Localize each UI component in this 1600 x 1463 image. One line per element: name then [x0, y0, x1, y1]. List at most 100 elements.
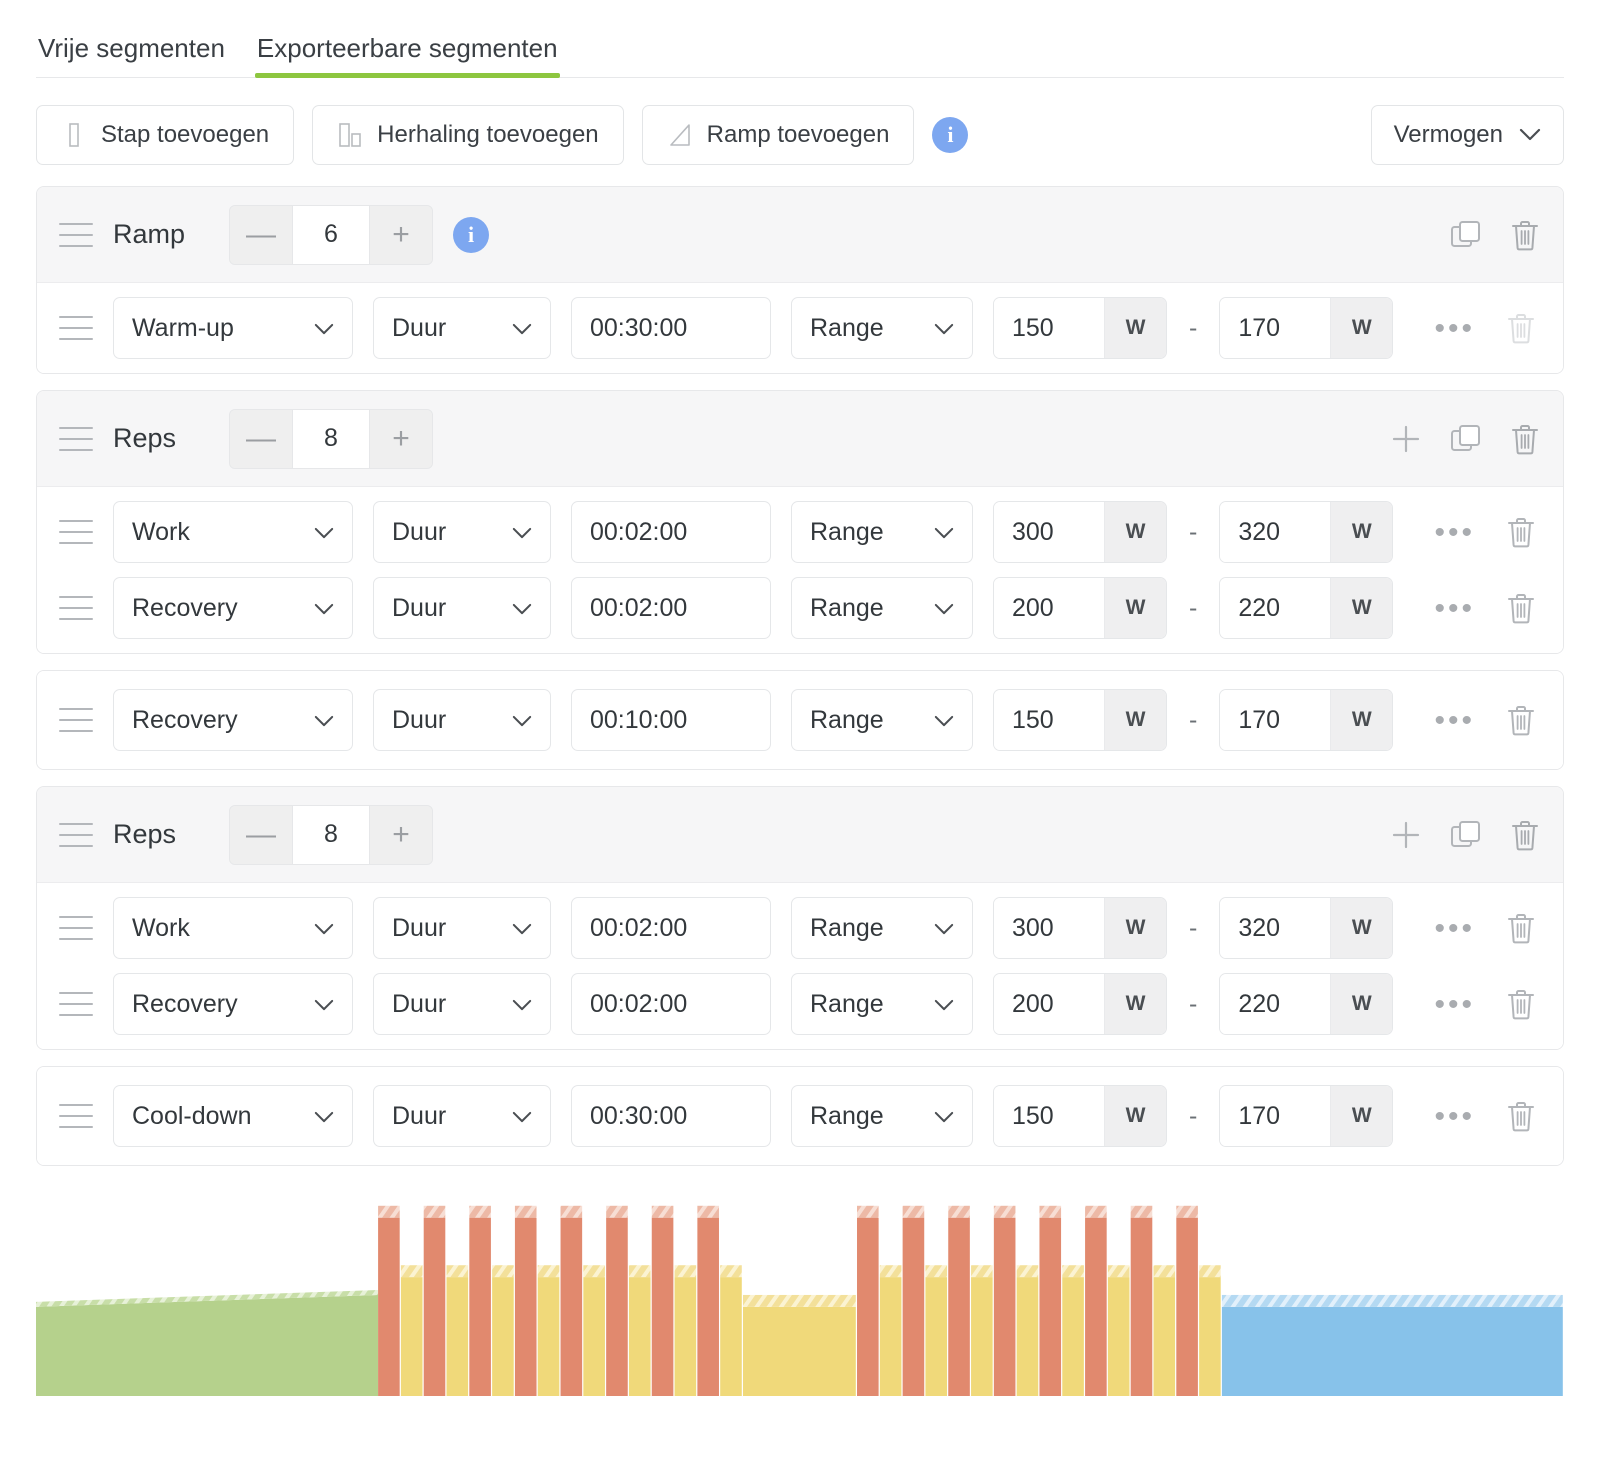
- tab-vrije-segmenten[interactable]: Vrije segmenten: [36, 35, 227, 77]
- segment-target-high-input[interactable]: 170 W: [1219, 297, 1394, 359]
- segment-duration-input[interactable]: 00:02:00: [571, 897, 771, 959]
- segment-drag-handle[interactable]: [59, 708, 93, 732]
- segment-duration-input[interactable]: 00:10:00: [571, 689, 771, 751]
- segment-duration-input[interactable]: 00:02:00: [571, 973, 771, 1035]
- ramp-icon: [667, 122, 693, 148]
- segment-more-menu-icon[interactable]: •••: [1434, 913, 1475, 943]
- add-segment-icon[interactable]: [1389, 422, 1423, 456]
- segment-measure-select[interactable]: Duur: [373, 1085, 551, 1147]
- segment-type-select[interactable]: Warm-up: [113, 297, 353, 359]
- segment-target-mode-select[interactable]: Range: [791, 501, 973, 563]
- builder-toolbar: Stap toevoegen Herhaling toevoegen Ramp …: [36, 104, 1564, 166]
- delete-segment-icon[interactable]: [1505, 311, 1537, 345]
- segment-duration-input[interactable]: 00:30:00: [571, 1085, 771, 1147]
- tab-exporteerbare-segmenten[interactable]: Exporteerbare segmenten: [254, 35, 560, 78]
- segment-target-high-input[interactable]: 220 W: [1219, 577, 1394, 639]
- segment-type-select[interactable]: Recovery: [113, 577, 353, 639]
- segment-drag-handle[interactable]: [59, 596, 93, 620]
- repeat-increment-button[interactable]: +: [370, 805, 432, 864]
- segment-block-single: Recovery Duur 00:10:00 Range 150 W -170 W •••: [36, 670, 1564, 770]
- segment-target-mode-select[interactable]: Range: [791, 897, 973, 959]
- repeat-count-value[interactable]: 8: [292, 805, 370, 864]
- segment-target-mode-select[interactable]: Range: [791, 297, 973, 359]
- segment-block-reps: Reps —8 + Work Duur 00:02:00 Range 300 W -320 W •••…: [36, 390, 1564, 654]
- segment-measure-select[interactable]: Duur: [373, 689, 551, 751]
- delete-segment-icon[interactable]: [1505, 911, 1537, 945]
- target-type-select[interactable]: Vermogen: [1370, 105, 1564, 165]
- delete-segment-icon[interactable]: [1505, 515, 1537, 549]
- segment-target-low-input[interactable]: 150 W: [993, 297, 1167, 359]
- segment-type-select[interactable]: Work: [113, 501, 353, 563]
- segment-target-low-input[interactable]: 200 W: [993, 577, 1167, 639]
- duplicate-block-icon[interactable]: [1449, 818, 1483, 852]
- segment-duration-input[interactable]: 00:02:00: [571, 577, 771, 639]
- repeat-count-value[interactable]: 8: [292, 409, 370, 468]
- segment-more-menu-icon[interactable]: •••: [1434, 313, 1475, 343]
- repeat-count-value[interactable]: 6: [292, 205, 370, 264]
- segment-more-menu-icon[interactable]: •••: [1434, 517, 1475, 547]
- segment-target-high-input[interactable]: 170 W: [1219, 1085, 1394, 1147]
- repeat-decrement-button[interactable]: —: [230, 409, 292, 468]
- segment-drag-handle[interactable]: [59, 992, 93, 1016]
- segment-target-low-input[interactable]: 150 W: [993, 1085, 1167, 1147]
- segment-duration-input[interactable]: 00:02:00: [571, 501, 771, 563]
- segment-measure-select[interactable]: Duur: [373, 501, 551, 563]
- segment-type-select[interactable]: Work: [113, 897, 353, 959]
- segment-duration-input[interactable]: 00:30:00: [571, 297, 771, 359]
- delete-segment-icon[interactable]: [1505, 591, 1537, 625]
- duplicate-block-icon[interactable]: [1449, 422, 1483, 456]
- add-step-button[interactable]: Stap toevoegen: [36, 105, 295, 165]
- segment-drag-handle[interactable]: [59, 916, 93, 940]
- duplicate-block-icon[interactable]: [1449, 218, 1483, 252]
- segment-target-high-input[interactable]: 220 W: [1219, 973, 1394, 1035]
- add-segment-icon[interactable]: [1389, 818, 1423, 852]
- delete-block-icon[interactable]: [1509, 422, 1541, 456]
- segment-target-mode-select[interactable]: Range: [791, 689, 973, 751]
- segment-target-low-input[interactable]: 150 W: [993, 689, 1167, 751]
- segment-more-menu-icon[interactable]: •••: [1434, 1101, 1475, 1131]
- toolbar-info-icon[interactable]: i: [932, 117, 969, 153]
- segment-type-select[interactable]: Cool-down: [113, 1085, 353, 1147]
- segment-target-mode-select[interactable]: Range: [791, 1085, 973, 1147]
- block-drag-handle[interactable]: [59, 822, 93, 847]
- segment-target-low-value: 200: [994, 578, 1104, 638]
- add-repeat-label: Herhaling toevoegen: [377, 121, 599, 148]
- chart-segment-range-cap: [697, 1205, 719, 1218]
- delete-block-icon[interactable]: [1509, 818, 1541, 852]
- segment-measure-select[interactable]: Duur: [373, 973, 551, 1035]
- delete-segment-icon[interactable]: [1505, 987, 1537, 1021]
- segment-drag-handle[interactable]: [59, 316, 93, 340]
- segment-target-mode-select[interactable]: Range: [791, 577, 973, 639]
- segment-duration-value: 00:02:00: [590, 593, 688, 622]
- delete-block-icon[interactable]: [1509, 218, 1541, 252]
- repeat-decrement-button[interactable]: —: [230, 205, 292, 264]
- segment-target-low-input[interactable]: 300 W: [993, 897, 1167, 959]
- segment-target-low-unit: W: [1104, 1086, 1166, 1146]
- repeat-increment-button[interactable]: +: [370, 205, 432, 264]
- segment-type-select[interactable]: Recovery: [113, 689, 353, 751]
- segment-target-mode-select[interactable]: Range: [791, 973, 973, 1035]
- block-info-icon[interactable]: i: [453, 216, 489, 253]
- segment-drag-handle[interactable]: [59, 1104, 93, 1128]
- repeat-decrement-button[interactable]: —: [230, 805, 292, 864]
- repeat-increment-button[interactable]: +: [370, 409, 432, 468]
- segment-target-low-input[interactable]: 300 W: [993, 501, 1167, 563]
- segment-target-high-input[interactable]: 170 W: [1219, 689, 1394, 751]
- segment-target-low-input[interactable]: 200 W: [993, 973, 1167, 1035]
- delete-segment-icon[interactable]: [1505, 1099, 1537, 1133]
- segment-more-menu-icon[interactable]: •••: [1434, 989, 1475, 1019]
- segment-target-high-input[interactable]: 320 W: [1219, 501, 1394, 563]
- segment-more-menu-icon[interactable]: •••: [1434, 593, 1475, 623]
- delete-segment-icon[interactable]: [1505, 703, 1537, 737]
- segment-type-select[interactable]: Recovery: [113, 973, 353, 1035]
- add-ramp-button[interactable]: Ramp toevoegen: [641, 105, 915, 165]
- add-repeat-button[interactable]: Herhaling toevoegen: [312, 105, 624, 165]
- segment-target-high-input[interactable]: 320 W: [1219, 897, 1394, 959]
- block-drag-handle[interactable]: [59, 426, 93, 451]
- segment-measure-select[interactable]: Duur: [373, 297, 551, 359]
- segment-measure-select[interactable]: Duur: [373, 897, 551, 959]
- segment-drag-handle[interactable]: [59, 520, 93, 544]
- segment-measure-select[interactable]: Duur: [373, 577, 551, 639]
- block-drag-handle[interactable]: [59, 222, 93, 247]
- segment-more-menu-icon[interactable]: •••: [1434, 705, 1475, 735]
